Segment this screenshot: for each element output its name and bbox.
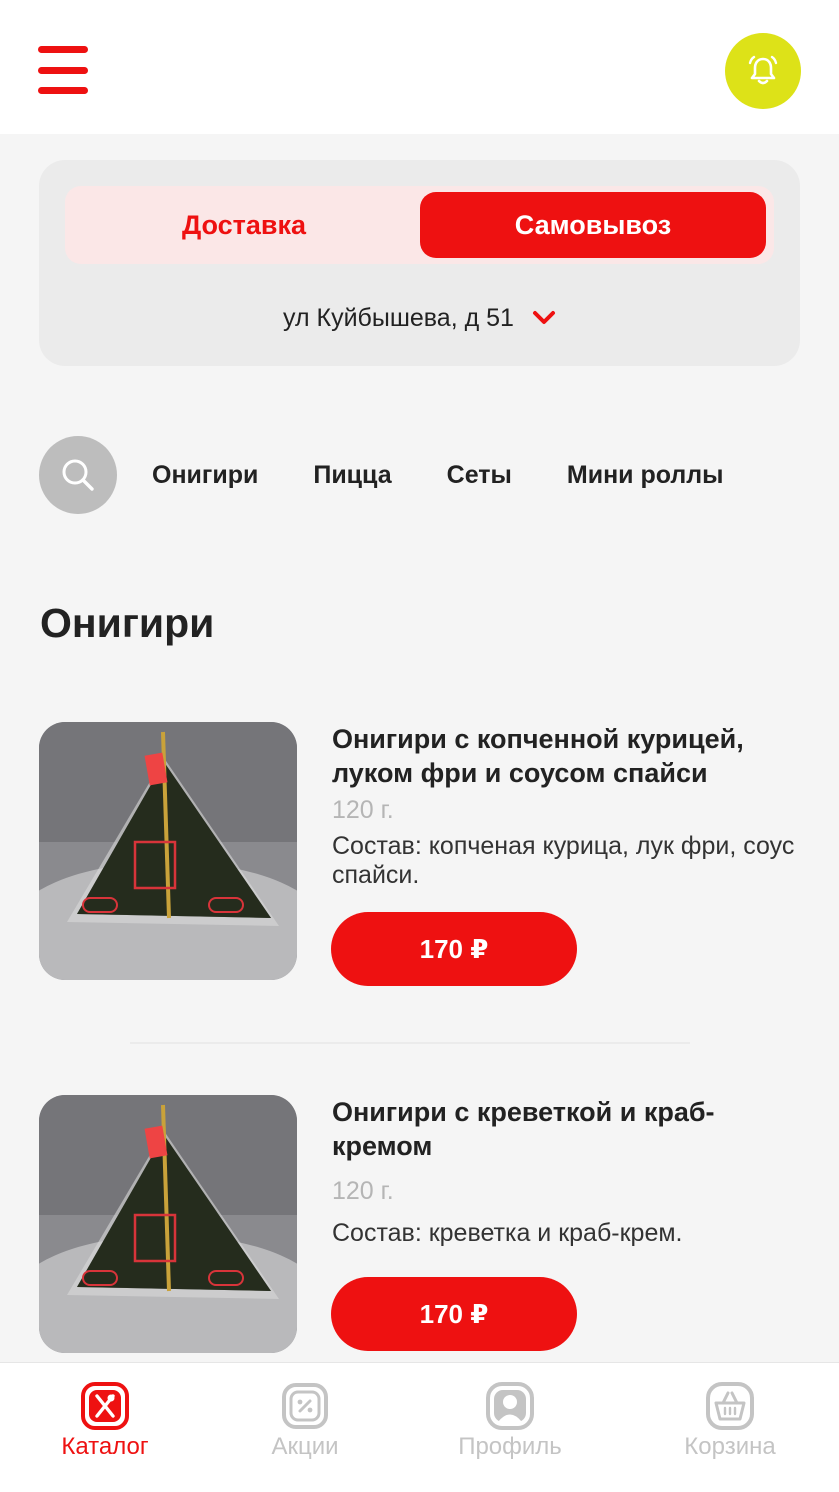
menu-line — [38, 46, 88, 53]
address-text: ул Куйбышева, д 51 — [283, 303, 514, 332]
tab-cart[interactable]: Корзина — [655, 1363, 805, 1492]
category-sets[interactable]: Сеты — [447, 461, 512, 490]
delivery-mode-card: Доставка Самовывоз ул Куйбышева, д 51 — [39, 160, 800, 366]
product-weight: 120 г. — [332, 796, 394, 824]
search-button[interactable] — [39, 436, 117, 514]
section-title: Онигири — [40, 600, 215, 646]
tab-label: Корзина — [684, 1433, 776, 1460]
product-name: Онигири с копченной курицей, луком фри и… — [332, 724, 744, 788]
category-bar: Онигири Пицца Сеты Мини роллы — [39, 436, 839, 514]
profile-icon — [486, 1382, 534, 1430]
product-weight: 120 г. — [332, 1177, 394, 1205]
catalog-fork-knife-icon — [81, 1382, 129, 1430]
add-to-cart-price-button[interactable]: 170 ₽ — [331, 912, 577, 986]
product-name: Онигири с креветкой и краб-кремом — [332, 1097, 715, 1161]
hamburger-menu-icon[interactable] — [38, 46, 90, 94]
delivery-option[interactable]: Доставка — [71, 192, 417, 258]
basket-icon — [706, 1382, 754, 1430]
tab-label: Акции — [271, 1433, 339, 1460]
product-image[interactable] — [39, 1095, 297, 1353]
tab-label: Профиль — [458, 1433, 562, 1460]
product-image[interactable] — [39, 722, 297, 980]
menu-line — [38, 87, 88, 94]
product-card[interactable]: Онигири с копченной курицей, луком фри и… — [39, 722, 819, 986]
notifications-button[interactable] — [725, 33, 801, 109]
address-selector[interactable]: ул Куйбышева, д 51 — [39, 298, 800, 338]
product-description: Состав: копченая курица, лук фри, соус с… — [332, 832, 795, 889]
tab-label: Каталог — [61, 1433, 149, 1460]
onigiri-image — [39, 1095, 297, 1353]
category-pizza[interactable]: Пицца — [313, 461, 391, 490]
tab-promotions[interactable]: Акции — [230, 1363, 380, 1492]
add-to-cart-price-button[interactable]: 170 ₽ — [331, 1277, 577, 1351]
discount-icon — [282, 1383, 328, 1429]
category-onigiri[interactable]: Онигири — [152, 461, 258, 490]
bottom-tab-bar: Каталог Акции Профиль Корзина — [0, 1362, 839, 1492]
search-icon — [62, 459, 94, 491]
top-bar — [0, 0, 839, 134]
tab-profile[interactable]: Профиль — [435, 1363, 585, 1492]
pickup-option[interactable]: Самовывоз — [420, 192, 766, 258]
divider — [130, 1042, 690, 1044]
tab-catalog[interactable]: Каталог — [30, 1363, 180, 1492]
menu-line — [38, 66, 88, 74]
product-card[interactable]: Онигири с креветкой и краб-кремом 120 г.… — [39, 1095, 819, 1355]
product-description: Состав: креветка и краб-крем. — [332, 1219, 683, 1247]
onigiri-image — [39, 722, 297, 980]
delivery-mode-toggle: Доставка Самовывоз — [65, 186, 774, 264]
chevron-down-icon — [532, 311, 555, 324]
bell-icon — [748, 55, 778, 85]
category-mini-rolls[interactable]: Мини роллы — [567, 461, 724, 490]
